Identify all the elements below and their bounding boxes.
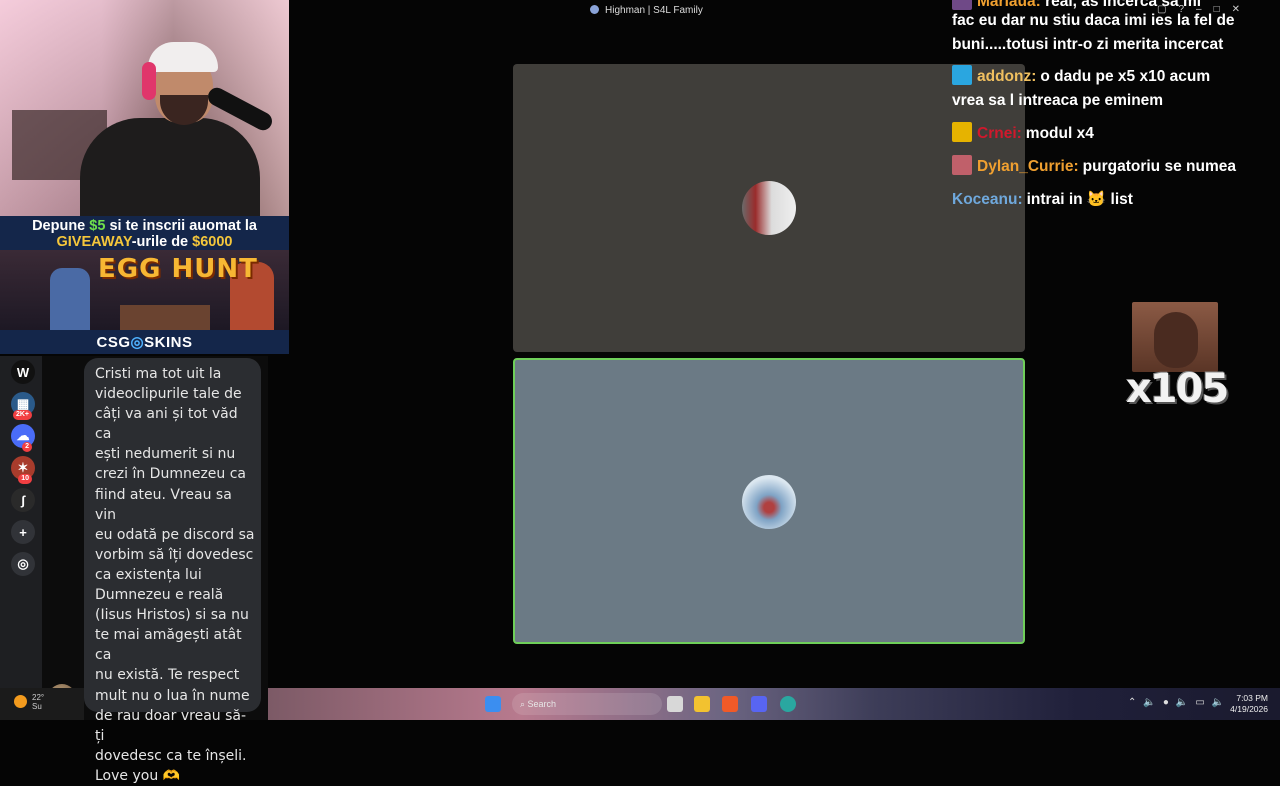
message-line: videoclipurile tale de [95,386,242,403]
start-icon[interactable] [485,696,501,712]
notification-badge: 2K+ [12,410,32,420]
server-icon[interactable]: ◎ [11,552,35,576]
chat-message: addonz: o dadu pe x5 x10 acum [952,65,1270,89]
message-line: ca existența lui [95,566,202,583]
notification-badge: 10 [18,474,32,484]
webcam-feed [0,0,289,216]
close-icon[interactable]: ✕ [1232,4,1252,15]
participant-avatar-1 [742,181,796,235]
message-line: eu odată pe discord sa [95,526,255,543]
server-sidebar: W ▦ 2K+ ☁ 2 ✶ 10 ʃ + ◎ [0,356,42,688]
chat-text: modul x4 [1025,125,1094,142]
csgoskins-logo: CSG◎SKINS [0,330,289,354]
search-icon: ⌕ [520,699,528,709]
egg-hunt-title: EGG HUNT [98,254,258,284]
egg-hunt-banner: EGG HUNT [0,250,289,330]
banner-character-left [50,268,90,330]
message-line: crezi în Dumnezeu ca [95,466,246,483]
server-icon[interactable]: W [11,360,35,384]
emote-face [1154,312,1198,368]
user-badge-icon [952,122,972,142]
promo-line-1: Depune $5 si te inscrii auomat la [32,218,257,234]
minimize-icon[interactable]: – [1196,4,1214,15]
globe-icon[interactable] [780,696,796,712]
promo-line-2: GIVEAWAY-urile de $6000 [56,234,233,250]
chat-message: Koceanu: intrai in 🐱 list [952,188,1270,212]
streamer-body [80,118,260,216]
weather-icon[interactable] [14,695,27,708]
streamer-cap [148,42,218,72]
chat-username[interactable]: Dylan_Currie: [977,158,1079,175]
message-line: Dumnezeu e reală [95,587,224,604]
emote-combo-count: x105 [1126,366,1229,412]
taskbar-search[interactable]: ⌕ Search [512,693,662,715]
brave-browser-icon[interactable] [722,696,738,712]
participant-avatar-2 [742,475,796,529]
window-controls: ▢?–□✕ [1157,4,1252,15]
window-title: Highman | S4L Family [590,5,703,16]
chat-text: o dadu pe x5 x10 acum [1040,68,1211,85]
promo-banner: Depune $5 si te inscrii auomat la GIVEAW… [0,216,289,250]
message-text: Cristi ma tot uit la videoclipurile tale … [95,364,255,786]
message-line: câți va ani și tot văd ca [95,406,238,443]
popout-icon[interactable]: ▢ [1157,4,1178,15]
weather-text[interactable]: 22° Su [32,693,44,711]
chat-message: Crnei: modul x4 [952,122,1270,146]
chat-text: intrai in 🐱 list [1026,191,1133,208]
server-icon[interactable]: ✶ 10 [11,456,35,484]
chat-message: vrea sa l intreaca pe eminem [952,89,1270,113]
emote-image [1132,302,1218,372]
chat-username[interactable]: Crnei: [977,125,1022,142]
chat-text: vrea sa l intreaca pe eminem [952,92,1164,109]
speaker-icon-2[interactable]: 🔈 [1176,697,1195,708]
help-icon[interactable]: ? [1178,4,1196,15]
message-line: te mai amăgești atât ca [95,627,242,664]
notification-badge: 2 [22,442,32,452]
discord-icon[interactable] [751,696,767,712]
message-line: fiind ateu. Vreau sa vin [95,486,232,523]
message-line: de rau doar vreau să-ți [95,707,247,744]
message-line: Love you 🫶 [95,767,181,784]
message-line: vorbim să îți dovedesc [95,546,254,563]
user-badge-icon [952,65,972,85]
message-line: (Iisus Hristos) si sa nu [95,607,249,624]
message-line: mult nu o lua în nume [95,687,250,704]
system-tray: ⌃🔈●🔈▭🔈 [1128,697,1231,708]
user-badge-icon [952,155,972,175]
chevron-up-icon[interactable]: ⌃ [1128,697,1143,708]
server-icon[interactable]: ☁ 2 [11,424,35,452]
maximize-icon[interactable]: □ [1214,4,1232,15]
chat-line-cont-2: buni.....totusi intr-o zi merita incerca… [952,36,1224,53]
speaker-icon[interactable]: 🔈 [1143,697,1162,708]
headphones [142,62,156,100]
server-icon[interactable]: ▦ 2K+ [11,392,35,420]
chat-message: Dylan_Currie: purgatoriu se numea [952,155,1270,179]
file-explorer-icon[interactable] [694,696,710,712]
banner-table [120,305,210,330]
message-line: nu există. Te respect [95,667,240,684]
message-line: ești nedumerit si nu [95,446,236,463]
mic-icon[interactable]: ● [1163,697,1176,708]
message-line: Cristi ma tot uit la [95,366,222,382]
server-icon[interactable]: ʃ [11,488,35,512]
task-view-icon[interactable] [667,696,683,712]
app-icon [590,5,599,14]
server-icon[interactable]: + [11,520,35,544]
chat-text: purgatoriu se numea [1082,158,1236,175]
chat-username[interactable]: addonz: [977,68,1036,85]
taskbar-clock[interactable]: 7:03 PM 4/19/2026 [1228,693,1268,715]
message-line: dovedesc ca te înșeli. [95,747,247,764]
network-icon[interactable]: ▭ [1195,697,1211,708]
chat-username[interactable]: Koceanu: [952,191,1023,208]
